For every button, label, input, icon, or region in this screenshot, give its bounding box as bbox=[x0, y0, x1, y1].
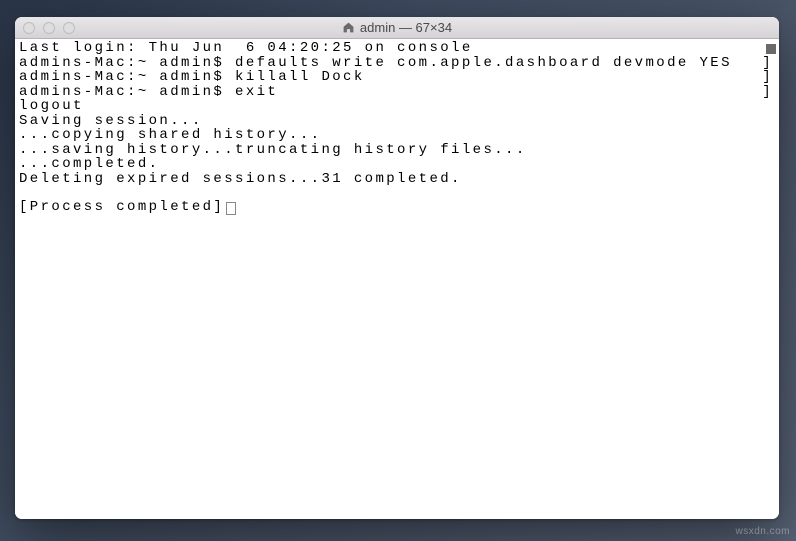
terminal-line: ...copying shared history... bbox=[19, 128, 775, 143]
scrollbar[interactable] bbox=[766, 44, 776, 54]
watermark: wsxdn.com bbox=[735, 526, 790, 537]
terminal-process-completed: [Process completed] bbox=[19, 200, 775, 215]
window-title-text: admin — 67×34 bbox=[360, 20, 452, 35]
window-title: admin — 67×34 bbox=[15, 20, 779, 35]
cursor-icon bbox=[226, 202, 236, 215]
terminal-line: Deleting expired sessions...31 completed… bbox=[19, 172, 775, 187]
terminal-line: logout bbox=[19, 99, 775, 114]
terminal-window: admin — 67×34 Last login: Thu Jun 6 04:2… bbox=[15, 17, 779, 519]
terminal-output[interactable]: Last login: Thu Jun 6 04:20:25 on consol… bbox=[15, 39, 779, 519]
continuation-marker: ] bbox=[762, 85, 773, 100]
minimize-button[interactable] bbox=[43, 22, 55, 34]
terminal-line: admins-Mac:~ admin$ killall Dock bbox=[19, 70, 775, 85]
terminal-line: admins-Mac:~ admin$ exit bbox=[19, 85, 775, 100]
titlebar[interactable]: admin — 67×34 bbox=[15, 17, 779, 39]
home-icon bbox=[342, 21, 355, 34]
close-button[interactable] bbox=[23, 22, 35, 34]
terminal-line: ...completed. bbox=[19, 157, 775, 172]
traffic-lights bbox=[23, 22, 75, 34]
terminal-line: ...saving history...truncating history f… bbox=[19, 143, 775, 158]
terminal-line: Last login: Thu Jun 6 04:20:25 on consol… bbox=[19, 41, 775, 56]
terminal-line: admins-Mac:~ admin$ defaults write com.a… bbox=[19, 56, 775, 71]
zoom-button[interactable] bbox=[63, 22, 75, 34]
continuation-marker: ] bbox=[762, 70, 773, 85]
terminal-line: Saving session... bbox=[19, 114, 775, 129]
